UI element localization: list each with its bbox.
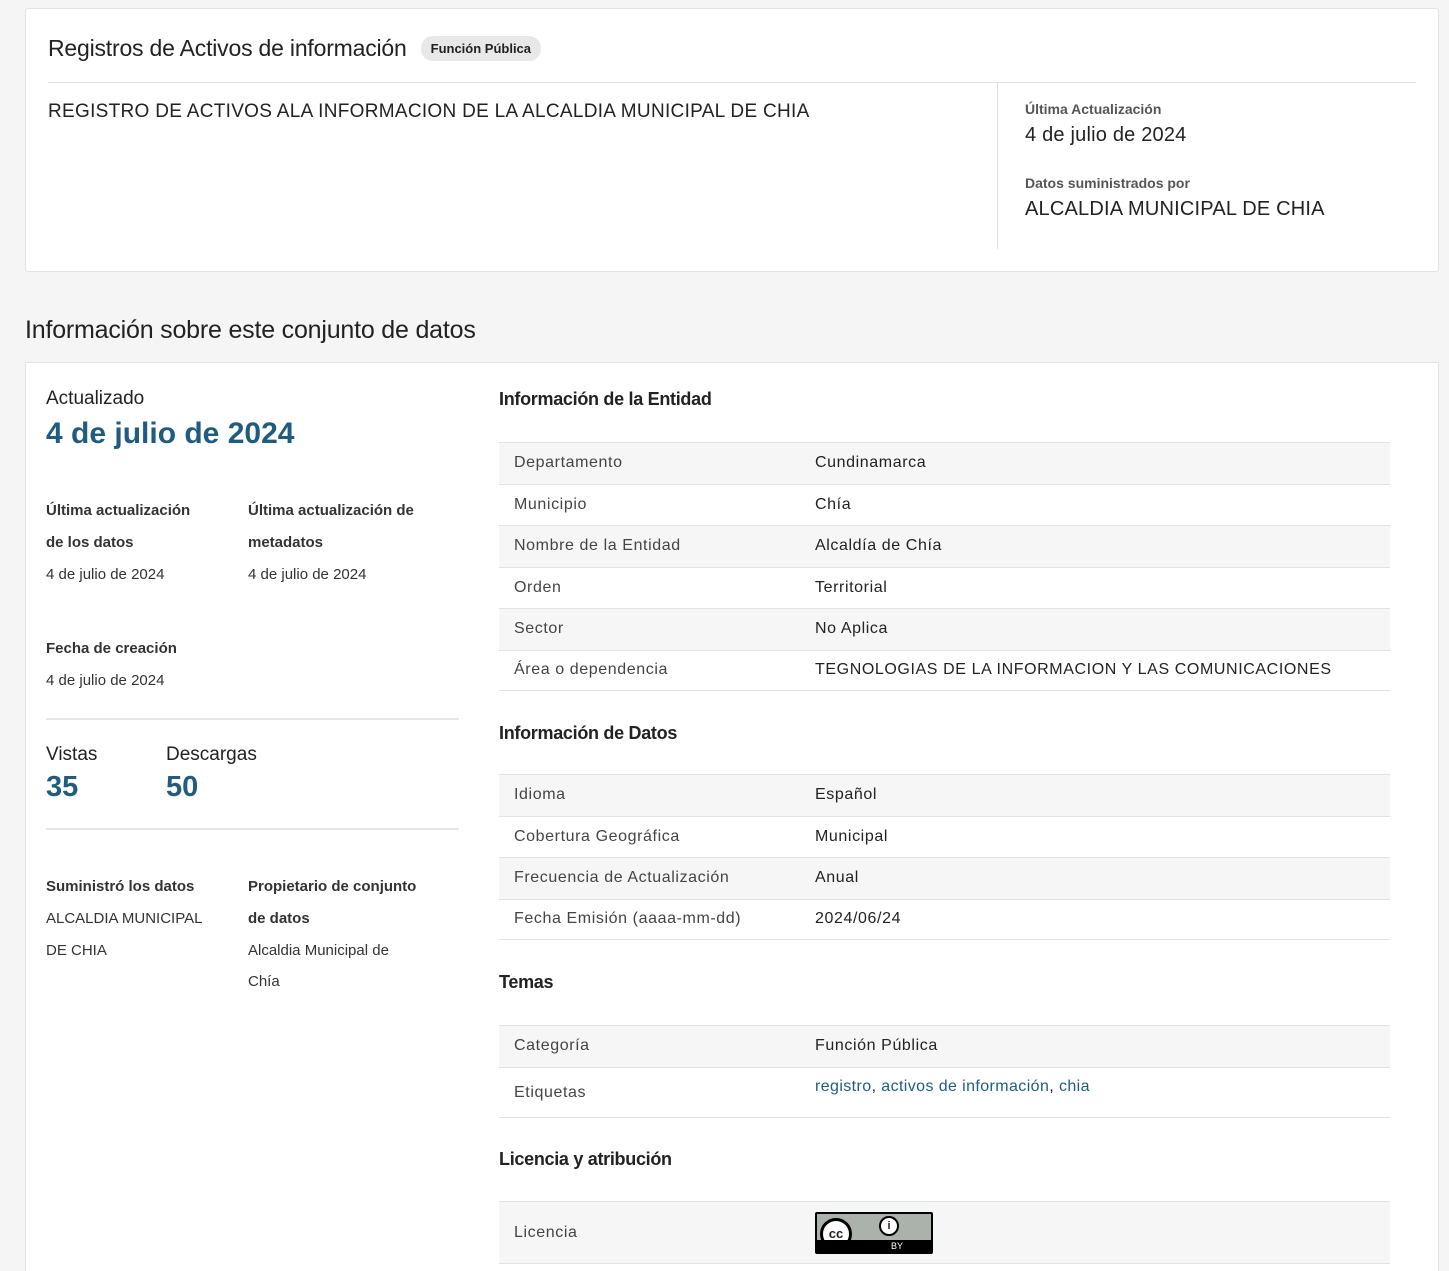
topics-section-title: Temas (499, 972, 554, 992)
downloads-value: 50 (166, 771, 199, 803)
table-row: Área o dependencia TEGNOLOGIAS DE LA INFO… (499, 649, 1390, 691)
tag-separator: , (1049, 1077, 1059, 1095)
dataset-info-card: Actualizado 4 de julio de 2024 Última ac… (25, 362, 1439, 1271)
data-info-section-title: Información de Datos (499, 723, 678, 743)
row-key: Cobertura Geográfica (514, 827, 680, 845)
provided-by-value: ALCALDIA MUNICIPAL DE CHIA (1025, 198, 1325, 220)
row-value: Territorial (815, 578, 888, 596)
table-row: Idioma Español (499, 774, 1390, 816)
table-row: Sector No Aplica (499, 608, 1390, 650)
dataset-title: Registros de Activos de información (48, 35, 407, 61)
meta-update-label-line1: Última actualización de (248, 502, 414, 519)
dataset-description: REGISTRO DE ACTIVOS ALA INFORMACION DE L… (48, 101, 810, 122)
row-value: Chía (815, 495, 852, 513)
row-value: Alcaldía de Chía (815, 537, 943, 555)
supplier-value-line1: ALCALDIA MUNICIPAL (46, 910, 203, 927)
attribution-person-icon: i (879, 1216, 899, 1236)
row-key: Departamento (514, 454, 623, 472)
owner-value-line1: Alcaldia Municipal de (248, 942, 389, 959)
owner-label-line1: Propietario de conjunto (248, 878, 417, 895)
row-key: Fecha Emisión (aaaa-mm-dd) (514, 910, 742, 928)
by-label: BY (817, 1240, 931, 1252)
license-table: Licencia cc i BY (499, 1201, 1390, 1264)
table-row: Fecha Emisión (aaaa-mm-dd) 2024/06/24 (499, 898, 1390, 940)
table-row: Frecuencia de Actualización Anual (499, 857, 1390, 899)
dataset-header-card: Registros de Activos de información Func… (25, 8, 1439, 272)
tags-list: registro, activos de información, chia (815, 1078, 1090, 1096)
supplier-value-line2: DE CHIA (46, 942, 107, 959)
data-info-table: Idioma Español Cobertura Geográfica Munici… (499, 774, 1390, 940)
row-key: Categoría (514, 1037, 590, 1055)
data-update-value: 4 de julio de 2024 (46, 566, 165, 583)
category-value: Función Pública (815, 1037, 938, 1055)
row-value: No Aplica (815, 620, 888, 638)
header-divider (48, 82, 1416, 83)
row-value: 2024/06/24 (815, 910, 902, 928)
downloads-label: Descargas (166, 744, 257, 765)
row-key: Frecuencia de Actualización (514, 869, 730, 887)
entity-section-title: Información de la Entidad (499, 389, 712, 409)
data-update-label-line1: Última actualización (46, 502, 191, 519)
owner-value-line2: Chía (248, 973, 280, 990)
license-section-title: Licencia y atribución (499, 1149, 672, 1169)
row-key: Área o dependencia (514, 661, 669, 679)
cc-by-license-icon[interactable]: cc i BY (815, 1212, 933, 1254)
table-row: Categoría Función Pública (499, 1025, 1390, 1067)
row-value: TEGNOLOGIAS DE LA INFORMACION Y LAS COMU… (815, 661, 1332, 679)
tag-separator: , (871, 1077, 882, 1095)
provided-by-label: Datos suministrados por (1025, 175, 1190, 191)
header-vertical-divider (997, 83, 998, 249)
tag-link[interactable]: activos de información (881, 1078, 1049, 1095)
row-value: Municipal (815, 827, 888, 845)
dataset-title-row: Registros de Activos de información Func… (48, 35, 542, 62)
row-key: Nombre de la Entidad (514, 537, 681, 555)
views-value: 35 (46, 771, 79, 803)
row-key: Sector (514, 620, 564, 638)
tag-link[interactable]: chia (1059, 1078, 1090, 1095)
owner-label-line2: de datos (248, 910, 310, 927)
table-row: Nombre de la Entidad Alcaldía de Chía (499, 525, 1390, 567)
topics-table: Categoría Función Pública Etiquetas regis… (499, 1025, 1390, 1118)
row-value: Cundinamarca (815, 454, 927, 472)
row-key: Idioma (514, 786, 566, 804)
created-value: 4 de julio de 2024 (46, 672, 165, 689)
row-value: Anual (815, 869, 859, 887)
created-label: Fecha de creación (46, 640, 177, 657)
meta-update-label-line2: metadatos (248, 534, 324, 551)
row-key: Licencia (514, 1223, 578, 1241)
views-label: Vistas (46, 744, 98, 765)
supplier-label: Suministró los datos (46, 878, 195, 895)
table-row: Cobertura Geográfica Municipal (499, 815, 1390, 858)
updated-date: 4 de julio de 2024 (46, 417, 295, 450)
table-row: Licencia cc i BY (499, 1201, 1390, 1264)
entity-table: Departamento Cundinamarca Municipio Chía N… (499, 442, 1390, 691)
row-value: Español (815, 786, 878, 804)
section-heading: Información sobre este conjunto de datos (25, 316, 476, 344)
last-update-label: Última Actualización (1025, 101, 1162, 117)
updated-label: Actualizado (46, 388, 145, 409)
category-badge[interactable]: Función Pública (420, 36, 542, 61)
table-row: Etiquetas registro, activos de informaci… (499, 1066, 1390, 1118)
data-update-label-line2: de los datos (46, 534, 134, 551)
last-update-value: 4 de julio de 2024 (1025, 124, 1187, 146)
table-row: Municipio Chía (499, 483, 1390, 526)
row-key: Orden (514, 578, 562, 596)
tag-link[interactable]: registro (815, 1078, 872, 1095)
row-key: Etiquetas (514, 1083, 587, 1101)
meta-update-value: 4 de julio de 2024 (248, 566, 367, 583)
table-row: Orden Territorial (499, 566, 1390, 609)
left-divider-2 (46, 828, 459, 830)
left-divider-1 (46, 718, 459, 720)
row-key: Municipio (514, 495, 587, 513)
table-row: Departamento Cundinamarca (499, 442, 1390, 484)
